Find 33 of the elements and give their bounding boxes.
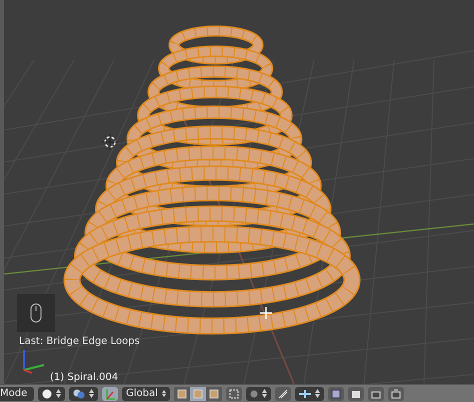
shading-dropdown[interactable] — [38, 386, 65, 400]
viewport[interactable]: Last: Bridge Edge Loops (1) Spiral.004 — [0, 0, 474, 384]
3d-cursor-icon — [102, 134, 118, 150]
animation-button[interactable] — [388, 386, 404, 400]
circle-icon — [250, 390, 258, 398]
last-operator-label[interactable]: Last: Bridge Edge Loops — [19, 336, 140, 347]
square-icon — [331, 388, 341, 398]
proportional-dropdown[interactable] — [246, 386, 271, 400]
face-select-button[interactable] — [206, 386, 222, 400]
up-down-arrows-icon — [315, 389, 320, 398]
vertex-select-button[interactable] — [174, 386, 190, 400]
sphere-icon — [42, 388, 52, 398]
up-down-arrows-icon — [89, 389, 94, 398]
snap-element-dropdown[interactable] — [295, 386, 324, 400]
mouse-icon — [30, 303, 42, 323]
up-down-arrows-icon — [162, 389, 166, 398]
crosshair-icon — [259, 306, 273, 320]
occlude-button[interactable] — [226, 386, 242, 400]
orientation-dropdown[interactable]: Global — [122, 386, 170, 400]
increment-icon — [299, 390, 311, 398]
up-down-arrows-icon — [56, 389, 61, 398]
snap-toggle-button[interactable] — [275, 386, 291, 400]
axes-icon — [105, 388, 115, 400]
mode-dropdown[interactable]: Mode — [0, 386, 34, 400]
camera-button[interactable] — [368, 386, 384, 400]
up-down-arrows-icon — [262, 389, 267, 398]
dashed-square-icon — [229, 388, 239, 398]
pivot-icon — [73, 388, 85, 398]
pivot-dropdown[interactable] — [69, 386, 98, 400]
edge-select-button[interactable] — [190, 386, 206, 400]
render-button[interactable] — [348, 386, 364, 400]
object-name-label: (1) Spiral.004 — [50, 372, 118, 383]
snap-target-button[interactable] — [328, 386, 344, 400]
